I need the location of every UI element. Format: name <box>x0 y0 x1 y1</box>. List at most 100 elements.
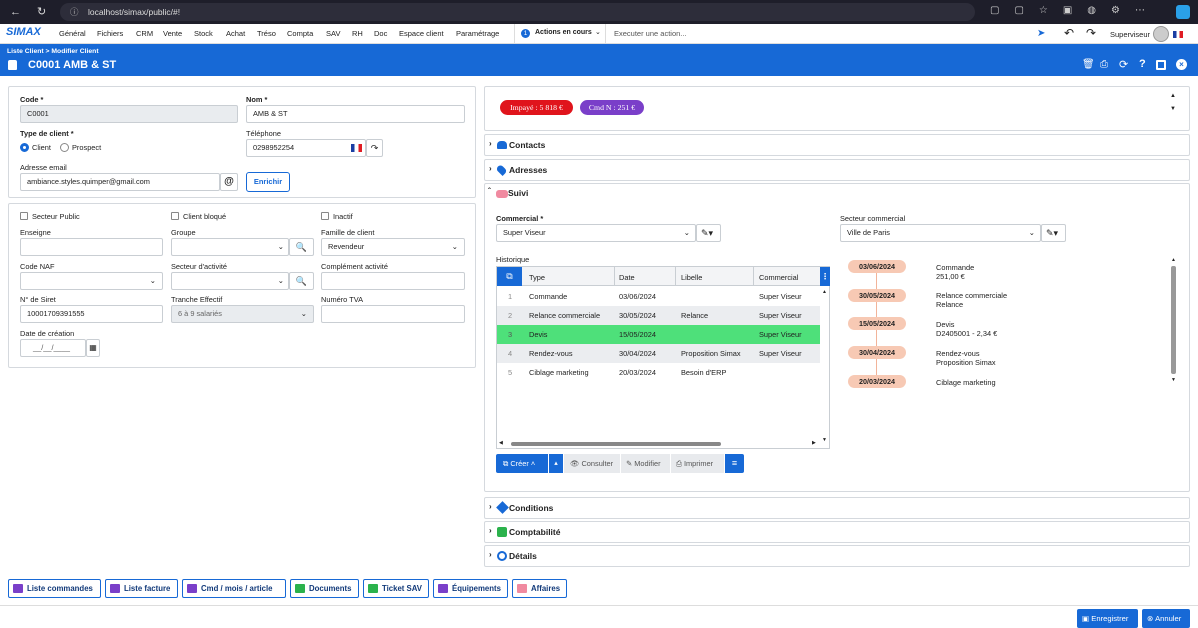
scroll-up-icon[interactable]: ▲ <box>1171 257 1176 263</box>
menu-doc[interactable]: Doc <box>374 24 387 44</box>
menu-compta[interactable]: Compta <box>287 24 313 44</box>
at-icon[interactable]: @ <box>220 173 238 191</box>
radio-prospect[interactable] <box>60 143 69 152</box>
enseigne-field[interactable] <box>20 238 163 256</box>
section-contacts[interactable]: › Contacts <box>484 134 1190 156</box>
liste-facture-button[interactable]: Liste facture <box>105 579 178 598</box>
enregistrer-button[interactable]: ▣ Enregistrer <box>1077 609 1138 628</box>
menu-rh[interactable]: RH <box>352 24 363 44</box>
actions-en-cours[interactable]: 1 Actions en cours ⌄ <box>514 24 606 44</box>
menu-fichiers[interactable]: Fichiers <box>97 24 123 44</box>
email-field[interactable]: ambiance.styles.quimper@gmail.com <box>20 173 220 191</box>
menu-parametrage[interactable]: Paramétrage <box>456 24 499 44</box>
modifier-button[interactable]: ✎ Modifier <box>621 454 670 473</box>
profile-icon[interactable] <box>1176 5 1190 19</box>
site-info-icon[interactable]: ⓘ <box>70 3 79 21</box>
client-bloque-checkbox[interactable] <box>171 212 179 220</box>
reload-icon[interactable]: ↻ <box>37 5 46 18</box>
col-commercial[interactable]: Commercial <box>759 273 798 282</box>
tranche-select[interactable]: 6 à 9 salariés ⌄ <box>171 305 314 323</box>
delete-icon[interactable]: 🗑 <box>1082 59 1095 70</box>
edit-commercial-icon[interactable]: ✎▾ <box>696 224 721 242</box>
undo-icon[interactable]: ↶ <box>1064 26 1074 40</box>
menu-espace-client[interactable]: Espace client <box>399 24 444 44</box>
inactif-checkbox[interactable] <box>321 212 329 220</box>
annuler-button[interactable]: ⊗ Annuler <box>1142 609 1190 628</box>
save-icon[interactable] <box>1156 60 1166 70</box>
search-icon[interactable]: 🔍 <box>289 238 314 256</box>
creer-button[interactable]: ⧉ Créer ˄ <box>496 454 548 473</box>
secteur-activite-select[interactable]: ⌄ <box>171 272 289 290</box>
grid-horizontal-scrollbar[interactable]: ◀ ▶ <box>497 440 820 448</box>
scrollbar-thumb[interactable] <box>1171 266 1176 374</box>
tva-field[interactable] <box>321 305 465 323</box>
chevron-up-icon[interactable]: ˆ <box>488 187 491 196</box>
creer-dropdown-button[interactable]: ▴ <box>549 454 563 473</box>
help-icon[interactable]: ? <box>1139 58 1146 70</box>
call-icon[interactable]: ↷ <box>366 139 383 157</box>
liste-commandes-button[interactable]: Liste commandes <box>8 579 101 598</box>
send-icon[interactable]: ➤ <box>1037 28 1045 39</box>
address-bar[interactable]: ⓘ localhost/simax/public/#! <box>60 3 975 21</box>
complement-field[interactable] <box>321 272 465 290</box>
scroll-down-icon[interactable]: ▼ <box>822 437 827 443</box>
grid-menu-button[interactable]: ⋮ <box>820 267 830 286</box>
menu-crm[interactable]: CRM <box>136 24 153 44</box>
radio-client[interactable] <box>20 143 29 152</box>
commercial-select[interactable]: Super Viseur ⌄ <box>496 224 696 242</box>
print-icon[interactable]: ⎙ <box>1100 59 1108 70</box>
table-row[interactable]: 2 Relance commerciale 30/05/2024 Relance… <box>497 306 820 325</box>
table-row[interactable]: 4 Rendez-vous 30/04/2024 Proposition Sim… <box>497 344 820 363</box>
code-field[interactable]: C0001 <box>20 105 238 123</box>
section-adresses[interactable]: › Adresses <box>484 159 1190 181</box>
date-creation-field[interactable]: __/__/____ <box>20 339 86 357</box>
refresh-icon[interactable]: ⟳ <box>1119 58 1128 71</box>
equipements-button[interactable]: Équipements <box>433 579 508 598</box>
flag-fr-icon[interactable] <box>1173 31 1183 38</box>
back-icon[interactable]: ← <box>10 6 21 18</box>
section-details[interactable]: › Détails <box>484 545 1190 567</box>
grid-vertical-scrollbar[interactable]: ▲ ▼ <box>821 287 829 448</box>
groupe-select[interactable]: ⌄ <box>171 238 289 256</box>
menu-stock[interactable]: Stock <box>194 24 213 44</box>
secteur-public-checkbox[interactable] <box>20 212 28 220</box>
scroll-right-icon[interactable]: ▶ <box>812 440 816 446</box>
timeline-scrollbar[interactable]: ▲ ▼ <box>1170 257 1178 385</box>
col-libelle[interactable]: Libelle <box>681 273 702 282</box>
scroll-up-icon[interactable]: ▲ <box>822 289 827 295</box>
redo-icon[interactable]: ↷ <box>1086 26 1096 40</box>
user-name[interactable]: Superviseur <box>1110 30 1150 39</box>
imprimer-button[interactable]: ⎙ Imprimer <box>671 454 724 473</box>
ticket-sav-button[interactable]: Ticket SAV <box>363 579 429 598</box>
affaires-button[interactable]: Affaires <box>512 579 567 598</box>
scroll-left-icon[interactable]: ◀ <box>499 440 503 446</box>
table-row-selected[interactable]: 3 Devis 15/05/2024 Super Viseur <box>497 325 820 344</box>
menu-vente[interactable]: Vente <box>163 24 182 44</box>
search-icon[interactable]: 🔍 <box>289 272 314 290</box>
close-icon[interactable]: × <box>1176 59 1187 70</box>
table-row[interactable]: 5 Ciblage marketing 20/03/2024 Besoin d'… <box>497 363 820 382</box>
siret-field[interactable]: 10001709391555 <box>20 305 163 323</box>
scroll-up-icon[interactable]: ▲ <box>1170 93 1176 99</box>
edit-secteur-icon[interactable]: ✎▾ <box>1041 224 1066 242</box>
list-menu-button[interactable]: ≡ <box>725 454 744 473</box>
section-comptabilite[interactable]: › Comptabilité <box>484 521 1190 543</box>
scrollbar-thumb[interactable] <box>511 442 721 446</box>
menu-sav[interactable]: SAV <box>326 24 340 44</box>
telephone-field[interactable]: 0298952254 <box>246 139 366 157</box>
col-type[interactable]: Type <box>529 273 545 282</box>
breadcrumb[interactable]: Liste Client > Modifier Client <box>7 48 99 55</box>
nom-field[interactable]: AMB & ST <box>246 105 465 123</box>
grid-add-icon[interactable]: ⧉ <box>497 267 522 286</box>
menu-general[interactable]: Général <box>59 24 86 44</box>
section-conditions[interactable]: › Conditions <box>484 497 1190 519</box>
secteur-commercial-select[interactable]: Ville de Paris ⌄ <box>840 224 1041 242</box>
naf-select[interactable]: ⌄ <box>20 272 163 290</box>
menu-achat[interactable]: Achat <box>226 24 245 44</box>
cmd-mois-article-button[interactable]: Cmd / mois / article <box>182 579 286 598</box>
enrichir-button[interactable]: Enrichir <box>246 172 290 192</box>
section-suivi-title[interactable]: Suivi <box>508 188 528 198</box>
calendar-icon[interactable]: ▦ <box>86 339 100 357</box>
table-row[interactable]: 1 Commande 03/06/2024 Super Viseur <box>497 287 820 306</box>
avatar[interactable] <box>1153 26 1169 42</box>
